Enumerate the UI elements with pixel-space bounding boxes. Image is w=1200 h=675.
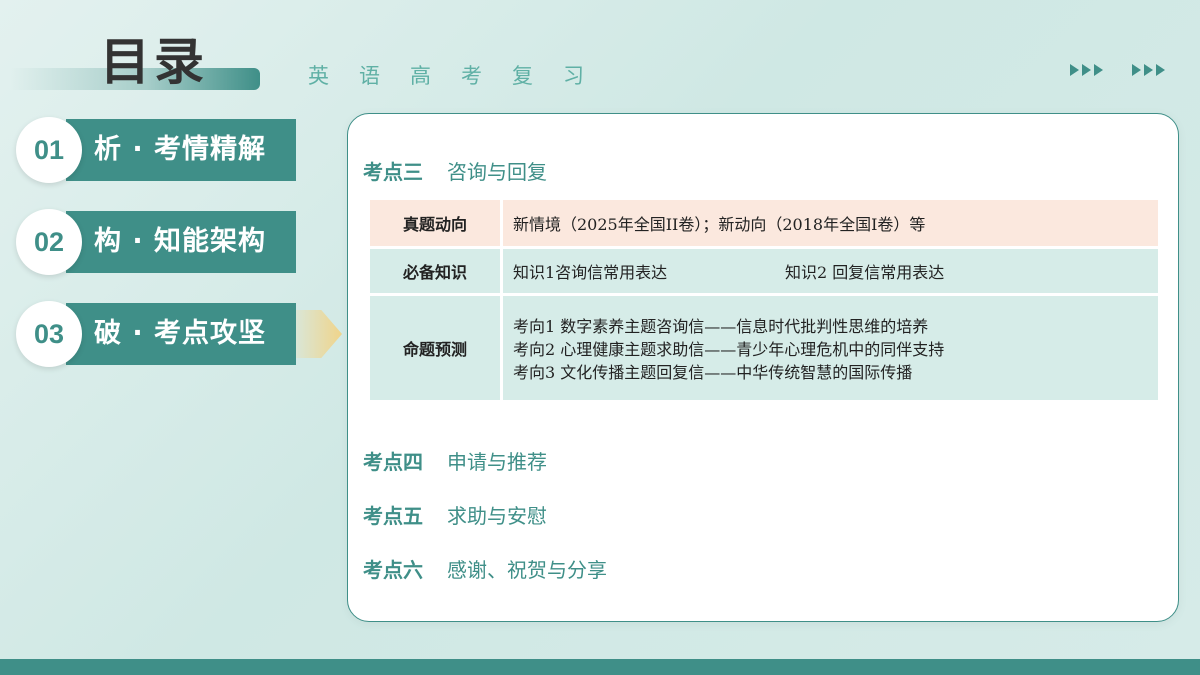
table-row: 必备知识 知识1咨询信常用表达 知识2 回复信常用表达: [370, 249, 1158, 293]
row-header: 真题动向: [370, 200, 500, 246]
nav-item-label: 析 · 考情精解: [66, 119, 296, 181]
table-row: 命题预测 考向1 数字素养主题咨询信——信息时代批判性思维的培养 考向2 心理健…: [370, 296, 1158, 400]
prediction-list: 考向1 数字素养主题咨询信——信息时代批判性思维的培养 考向2 心理健康主题求助…: [513, 313, 944, 384]
point-heading-6[interactable]: 考点六 感谢、祝贺与分享: [363, 554, 607, 583]
table-row: 真题动向 新情境（2025年全国II卷）；新动向（2018年全国I卷）等: [370, 200, 1158, 246]
point-title: 咨询与回复: [447, 160, 547, 184]
point-number: 考点六: [363, 558, 423, 582]
prediction-item: 考向2 心理健康主题求助信——青少年心理危机中的同伴支持: [513, 339, 945, 359]
summary-table: 真题动向 新情境（2025年全国II卷）；新动向（2018年全国I卷）等 必备知…: [370, 200, 1158, 403]
point-number: 考点五: [363, 504, 423, 528]
point-title: 感谢、祝贺与分享: [447, 558, 607, 582]
nav-item-02[interactable]: 构 · 知能架构 02: [16, 209, 296, 275]
point-number: 考点三: [363, 160, 423, 184]
page-subtitle: 英语高考复习: [308, 64, 614, 88]
row-content: 知识1咨询信常用表达 知识2 回复信常用表达: [503, 249, 1158, 293]
nav-item-number: 01: [16, 117, 82, 183]
triple-chevron-right-icon: [1070, 64, 1103, 76]
knowledge-item-1: 知识1咨询信常用表达: [513, 263, 668, 282]
nav-item-03-active[interactable]: 破 · 考点攻坚 03: [16, 301, 296, 367]
nav-item-number: 03: [16, 301, 82, 367]
nav-item-01[interactable]: 析 · 考情精解 01: [16, 117, 296, 183]
row-header: 必备知识: [370, 249, 500, 293]
point-heading-4[interactable]: 考点四 申请与推荐: [363, 446, 547, 475]
knowledge-item-2: 知识2 回复信常用表达: [785, 263, 945, 282]
nav-item-label: 破 · 考点攻坚: [66, 303, 296, 365]
bottom-bar: [0, 659, 1200, 675]
prediction-item: 考向1 数字素养主题咨询信——信息时代批判性思维的培养: [513, 316, 929, 336]
point-title: 申请与推荐: [447, 450, 547, 474]
point-heading-5[interactable]: 考点五 求助与安慰: [363, 500, 547, 529]
point-heading-3[interactable]: 考点三 咨询与回复: [363, 156, 547, 185]
row-header: 命题预测: [370, 296, 500, 400]
point-title: 求助与安慰: [447, 504, 547, 528]
triple-chevron-right-icon: [1132, 64, 1165, 76]
row-content: 新情境（2025年全国II卷）；新动向（2018年全国I卷）等: [503, 200, 1158, 246]
row-content: 考向1 数字素养主题咨询信——信息时代批判性思维的培养 考向2 心理健康主题求助…: [503, 296, 1158, 400]
nav-item-number: 02: [16, 209, 82, 275]
active-pointer-arrow-icon: [296, 310, 342, 358]
nav-item-label: 构 · 知能架构: [66, 211, 296, 273]
point-number: 考点四: [363, 450, 423, 474]
prediction-item: 考向3 文化传播主题回复信——中华传统智慧的国际传播: [513, 362, 913, 382]
page-title: 目录: [100, 33, 208, 91]
content-card: 考点三 咨询与回复 真题动向 新情境（2025年全国II卷）；新动向（2018年全…: [347, 113, 1179, 622]
